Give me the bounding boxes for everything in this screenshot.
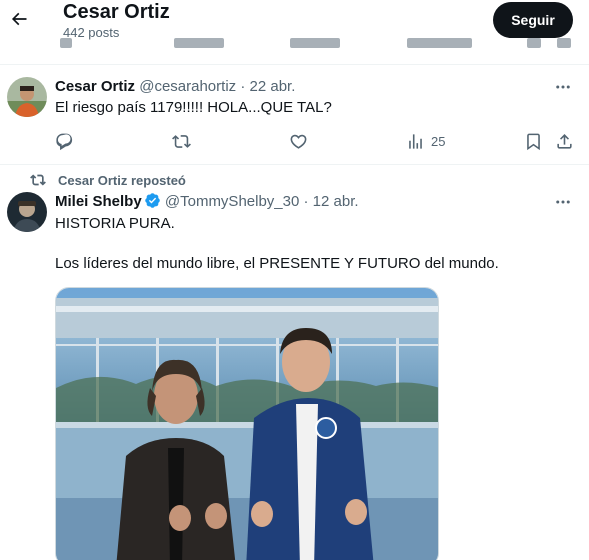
verified-badge-icon bbox=[144, 193, 160, 208]
bookmark-button[interactable] bbox=[524, 131, 543, 151]
more-icon bbox=[556, 85, 570, 89]
repost-label: Cesar Ortiz reposteó bbox=[58, 172, 186, 188]
author-handle[interactable]: @cesarahortiz bbox=[139, 78, 236, 95]
divider bbox=[0, 64, 589, 65]
share-icon bbox=[557, 133, 572, 149]
reply-button[interactable] bbox=[55, 131, 74, 151]
views-count: 25 bbox=[431, 133, 446, 149]
views-button[interactable]: 25 bbox=[406, 131, 445, 151]
separator: · bbox=[303, 193, 309, 210]
more-button[interactable] bbox=[553, 192, 573, 212]
avatar[interactable] bbox=[7, 192, 47, 232]
more-icon bbox=[556, 200, 570, 204]
tweet-text: El riesgo país 1179!!!!! HOLA...QUE TAL? bbox=[55, 99, 332, 116]
like-button[interactable] bbox=[289, 131, 308, 151]
repost-indicator[interactable]: Cesar Ortiz reposteó bbox=[30, 172, 186, 188]
bookmark-icon bbox=[527, 133, 540, 150]
views-icon bbox=[409, 133, 422, 149]
more-button[interactable] bbox=[553, 77, 573, 97]
avatar[interactable] bbox=[7, 77, 47, 117]
share-button[interactable] bbox=[555, 131, 574, 151]
divider bbox=[0, 164, 589, 165]
tweet-date[interactable]: 12 abr. bbox=[313, 193, 359, 210]
tweet-header: Cesar Ortiz @cesarahortiz · 22 abr. bbox=[55, 77, 295, 97]
tweet-text-line2: Los líderes del mundo libre, el PRESENTE… bbox=[55, 255, 499, 272]
follow-button[interactable]: Seguir bbox=[493, 2, 573, 38]
header-title: Cesar Ortiz bbox=[63, 1, 170, 23]
back-arrow-icon bbox=[11, 12, 27, 26]
author-name[interactable]: Cesar Ortiz bbox=[55, 78, 135, 95]
tweet-date[interactable]: 22 abr. bbox=[250, 78, 296, 95]
author-name[interactable]: Milei Shelby bbox=[55, 193, 142, 210]
previous-post-actions bbox=[0, 36, 589, 50]
retweet-button[interactable] bbox=[172, 131, 191, 151]
retweet-icon bbox=[172, 134, 191, 148]
like-icon bbox=[290, 134, 307, 149]
reply-icon bbox=[56, 133, 73, 150]
tweet-photo[interactable] bbox=[55, 287, 439, 560]
back-button[interactable] bbox=[4, 4, 34, 34]
tweet-header: Milei Shelby @TommyShelby_30 · 12 abr. bbox=[55, 192, 359, 212]
tweet-text-line1: HISTORIA PURA. bbox=[55, 215, 175, 232]
retweet-icon bbox=[30, 174, 46, 186]
author-handle[interactable]: @TommyShelby_30 bbox=[165, 193, 299, 210]
photo-image bbox=[56, 288, 438, 560]
profile-header: Cesar Ortiz 442 posts Seguir bbox=[0, 0, 589, 52]
separator: · bbox=[240, 78, 246, 95]
